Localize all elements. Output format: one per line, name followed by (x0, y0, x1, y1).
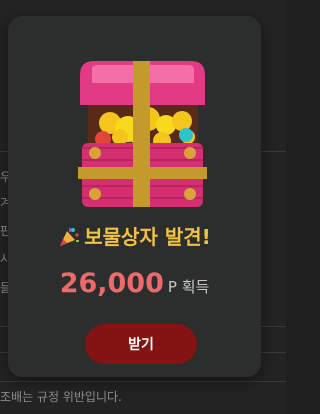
dialog-title: 보물상자 발견! (8, 221, 261, 250)
background-footer-text: 조배는 규정 위반입니다. (0, 390, 122, 404)
receive-button[interactable]: 받기 (85, 324, 197, 364)
treasure-chest-icon (78, 61, 207, 207)
reward-line: 26,000 P 획득 (8, 268, 261, 299)
dialog-title-text: 보물상자 발견! (84, 225, 211, 249)
treasure-chest-dialog: 보물상자 발견! 26,000 P 획득 받기 (8, 16, 261, 377)
party-popper-icon (60, 228, 80, 246)
reward-unit: P 획득 (167, 278, 210, 296)
divider (0, 381, 286, 382)
reward-amount: 26,000 (59, 268, 164, 299)
